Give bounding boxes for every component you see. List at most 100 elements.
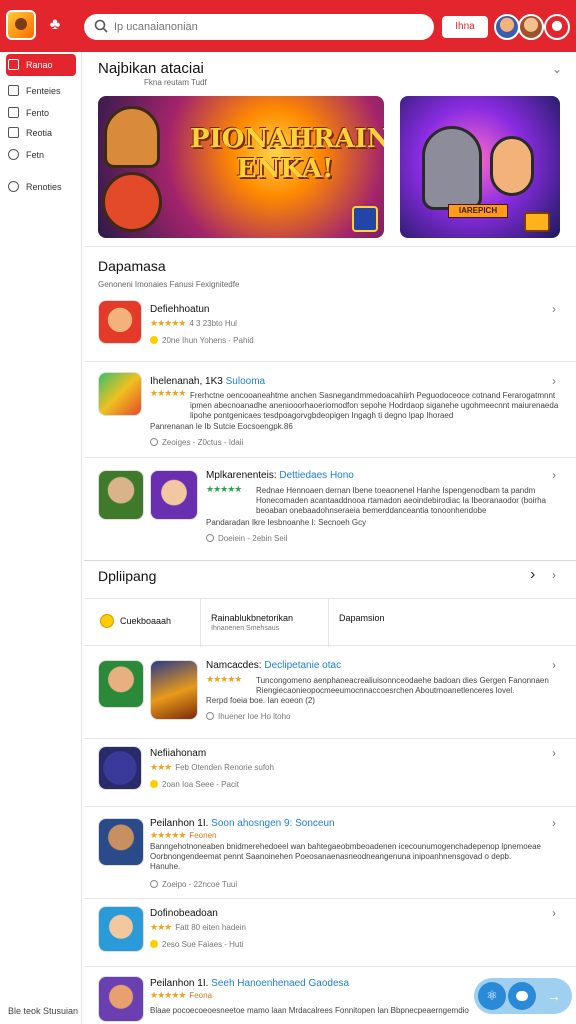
- sidebar-item-fetn[interactable]: Fetn: [6, 144, 76, 166]
- app-description: Rednae Hennoaen dernan Ibene toeaonenel …: [256, 486, 546, 515]
- featured-subtitle: Fkna reutam Tudf: [144, 78, 207, 87]
- filter-tab[interactable]: Cuekboaaah: [84, 599, 200, 647]
- chevron-right-icon[interactable]: ›: [552, 303, 562, 315]
- rating-stars: ★★★ Feb Otenden Renorie sufoh: [150, 762, 274, 772]
- chevron-right-icon[interactable]: ›: [552, 817, 562, 829]
- connect-icon[interactable]: ⚛: [478, 982, 506, 1010]
- app-name: Nefiiahonam: [150, 748, 207, 759]
- rating-stars: ★★★★★: [150, 388, 186, 398]
- filter-label: Rainablukbnetorikan: [211, 613, 294, 623]
- app-name: Peilanhon 1I. Seeh Hanoenhenaed Gaodesa: [150, 978, 350, 989]
- app-meta: Ihuener Ioe Ho ltoho: [206, 712, 291, 721]
- arrow-right-icon[interactable]: →: [544, 986, 564, 1006]
- chevron-right-icon[interactable]: ›: [530, 567, 540, 583]
- app-name: Ihelenanah, 1K3 Sulooma: [150, 376, 266, 387]
- app-tagline: Panrenanan le Ib Sutcie Eocsoengpk.86: [150, 422, 293, 431]
- sidebar-item-fenteies[interactable]: Fenteies: [6, 80, 76, 102]
- banner-title: PIONAHRAIN ENKA!: [190, 124, 384, 184]
- filter-label: Cuekboaaah: [120, 616, 172, 626]
- chevron-right-icon[interactable]: ›: [552, 747, 562, 759]
- sidebar-item-label: Ranao: [26, 60, 53, 70]
- app-meta: Zeoiges - Z0ctus - Idaii: [150, 438, 243, 447]
- chevron-right-icon[interactable]: ›: [552, 569, 562, 581]
- comment-icon: [150, 880, 158, 888]
- app-logo[interactable]: [6, 10, 36, 40]
- app-name: Dofinobeadoan: [150, 908, 218, 919]
- divider: [84, 806, 576, 807]
- rating-stars: ★★★★★: [206, 484, 242, 494]
- app-meta: Doeiein - 2ebin Seil: [206, 534, 287, 543]
- profile-avatar[interactable]: [544, 14, 570, 40]
- chevron-right-icon[interactable]: ›: [552, 907, 562, 919]
- list-item[interactable]: Defiehhoatun ★★★★★ 4 3 23bto Hul 20ne Ihu…: [84, 294, 576, 360]
- apps-icon[interactable]: ♣: [46, 16, 64, 34]
- sidebar-item-reotia[interactable]: Reotia: [6, 122, 76, 144]
- image-icon: [8, 127, 19, 138]
- sidebar-item-renoties[interactable]: Renoties: [6, 176, 76, 198]
- filter-sublabel: Ihnanenen Smehsaus: [211, 625, 280, 632]
- rating-stars: ★★★★★: [206, 674, 242, 684]
- app-icon: [150, 660, 198, 720]
- featured-banner[interactable]: PIONAHRAIN ENKA!: [98, 96, 384, 238]
- coin-icon: [150, 780, 158, 788]
- app-meta: 20ne Ihun Yohens - Pahid: [150, 336, 254, 345]
- character-illustration: [102, 172, 162, 232]
- chevron-right-icon[interactable]: ›: [552, 469, 562, 481]
- search-bar[interactable]: [84, 14, 434, 40]
- chevron-down-icon[interactable]: ⌄: [552, 63, 562, 75]
- chevron-right-icon[interactable]: ›: [552, 375, 562, 387]
- app-icon: [98, 660, 144, 708]
- list-item[interactable]: Mplkarenenteis: Dettiedaes Hono ★★★★★ Re…: [84, 460, 576, 554]
- divider: [84, 898, 576, 899]
- app-description: Frerhctne oencooaneahtme anchen Sasnegan…: [190, 391, 559, 420]
- sidebar-item-ranao[interactable]: Ranao: [6, 54, 76, 76]
- divider: [84, 246, 576, 247]
- rating-stars: ★★★★★ Feonen: [150, 830, 217, 840]
- list-item[interactable]: Ihelenanah, 1K3 Sulooma ★★★★★ Frerhctne …: [84, 364, 576, 456]
- banner-tag: IAREPICH: [448, 204, 508, 218]
- list-item[interactable]: Namcacdes: Declipetanie otac ★★★★★ Tunco…: [84, 650, 576, 734]
- rating-stars: ★★★★★ Feona: [150, 990, 213, 1000]
- sidebar-item-fento[interactable]: Fento: [6, 102, 76, 124]
- divider: [84, 738, 576, 739]
- list-item[interactable]: Nefiiahonam ★★★ Feb Otenden Renorie sufoh…: [84, 740, 576, 804]
- floating-action-bar[interactable]: ⚛ →: [474, 978, 572, 1014]
- filter-tab[interactable]: Rainablukbnetorikan Ihnanenen Smehsaus: [200, 599, 328, 647]
- avatar[interactable]: [494, 14, 520, 40]
- character-illustration: [490, 136, 534, 196]
- app-name: Defiehhoatun: [150, 304, 210, 315]
- comment-icon: [206, 712, 214, 720]
- app-meta: 2eso Sue Faiaes - Huti: [150, 940, 243, 949]
- avatar[interactable]: [518, 14, 544, 40]
- rating-stars: ★★★★★ 4 3 23bto Hul: [150, 318, 237, 328]
- app-icon: [98, 906, 144, 952]
- filter-tab[interactable]: Dapamsion: [328, 599, 576, 647]
- divider: [84, 361, 576, 362]
- rating-stars: ★★★ Fatt 80 eiten hadein: [150, 922, 246, 932]
- chevron-right-icon[interactable]: ›: [552, 659, 562, 671]
- search-icon: [94, 19, 108, 33]
- divider: [84, 966, 576, 967]
- top-action-button[interactable]: Ihna: [442, 16, 488, 38]
- info-icon: [8, 181, 19, 192]
- sidebar-item-label: Fetn: [26, 150, 45, 160]
- app-description: Banngehotnoneaben bnidmerehedoeel wan ba…: [150, 842, 541, 871]
- list-item[interactable]: Dofinobeadoan ★★★ Fatt 80 eiten hadein 2e…: [84, 900, 576, 964]
- footer-text: Ble teok Stusuian: [8, 1006, 79, 1016]
- character-illustration: [422, 126, 482, 210]
- sidebar-item-label: Renoties: [26, 182, 62, 192]
- app-icon: [98, 818, 144, 866]
- app-name: Peilanhon 1I. Soon ahosngen 9: Sonceun: [150, 818, 335, 829]
- top-action-label: Ihna: [455, 21, 475, 32]
- chat-icon[interactable]: [508, 982, 536, 1010]
- search-input[interactable]: [114, 18, 414, 36]
- featured-banner[interactable]: IAREPICH: [400, 96, 560, 238]
- section-title: Dpliipang: [98, 568, 157, 584]
- app-icon: [98, 976, 144, 1022]
- app-tagline: Rerpd foeia boe. Ian eoeon (2): [206, 696, 315, 705]
- sidebar-item-label: Fenteies: [26, 86, 61, 96]
- comment-icon: [206, 534, 214, 542]
- sidebar: Ranao Fenteies Fento Reotia Fetn Renotie…: [0, 52, 82, 1024]
- app-description: Tuncongomeno aenphaneacrealiuisonnceodae…: [256, 676, 549, 695]
- list-item[interactable]: Peilanhon 1I. Soon ahosngen 9: Sonceun ★…: [84, 808, 576, 898]
